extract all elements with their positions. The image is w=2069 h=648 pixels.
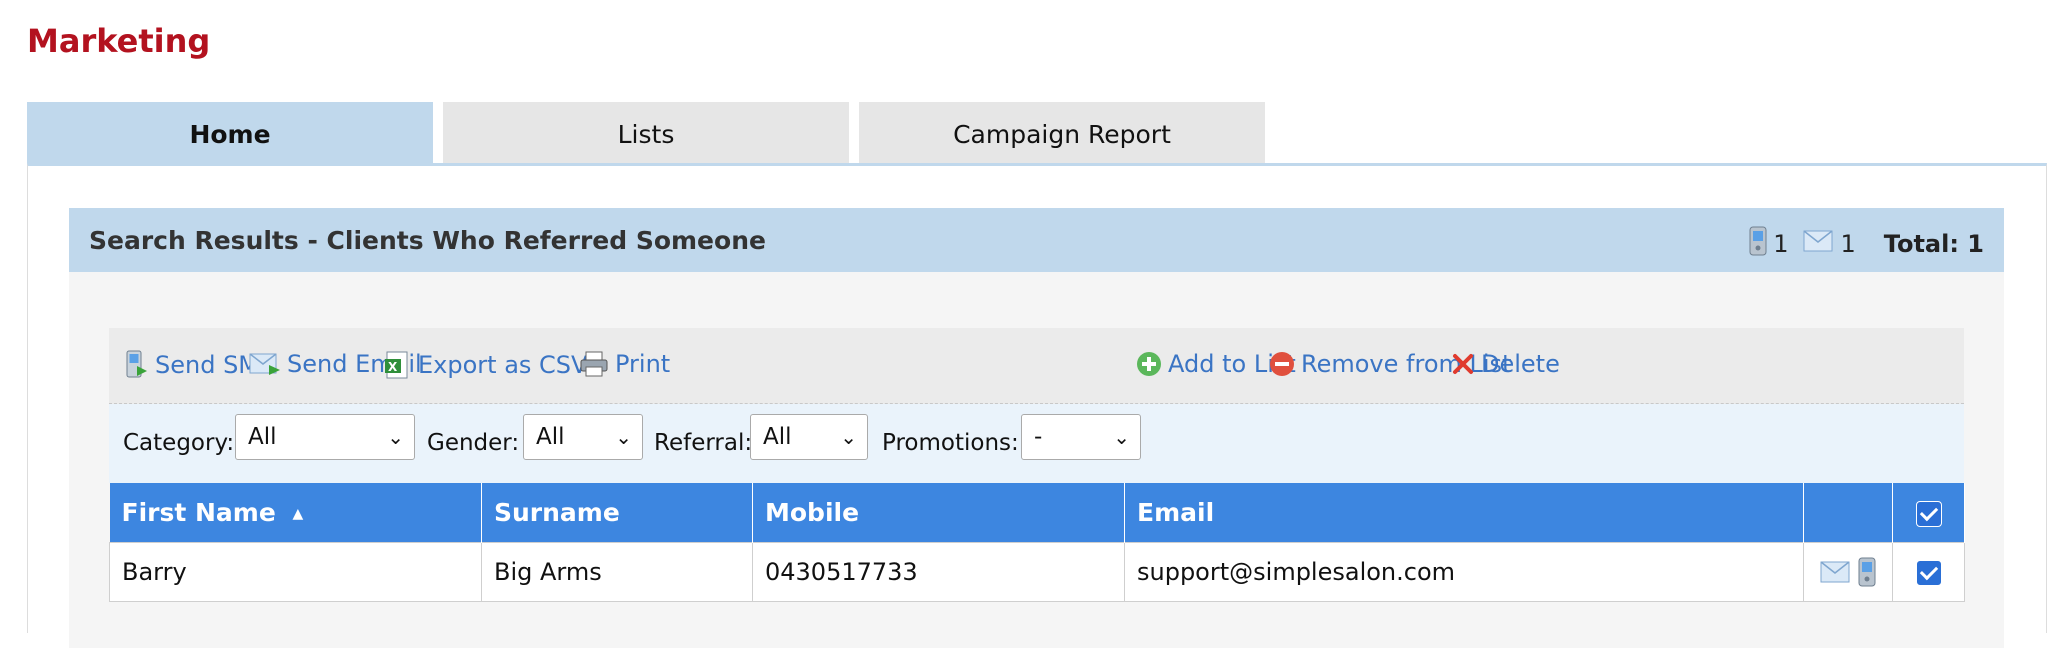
delete-icon [1451, 352, 1475, 376]
chevron-down-icon: ⌄ [615, 425, 632, 449]
action-toolbar: Send SMS Send Email X Export as CSV Prin… [109, 328, 1964, 404]
category-select[interactable]: All ⌄ [235, 414, 415, 460]
tab-lists[interactable]: Lists [443, 102, 849, 164]
cell-mobile: 0430517733 [752, 541, 1125, 602]
search-results-panel: Search Results - Clients Who Referred So… [69, 208, 2004, 648]
email-icon [249, 351, 281, 377]
column-header-email[interactable]: Email [1124, 483, 1804, 542]
referral-value: All [763, 424, 792, 450]
filter-bar: Category: All ⌄ Gender: All ⌄ Referral: … [109, 404, 1964, 483]
mobile-phone-icon [1858, 557, 1876, 586]
delete-label: Delete [1481, 350, 1560, 378]
csv-icon: X [384, 350, 412, 380]
sms-icon [125, 350, 149, 380]
remove-icon [1269, 351, 1295, 377]
promotions-value: - [1034, 424, 1043, 450]
promotions-label: Promotions: [882, 430, 1019, 456]
print-button[interactable]: Print [579, 350, 670, 378]
delete-button[interactable]: Delete [1451, 350, 1560, 378]
cell-email: support@simplesalon.com [1124, 541, 1804, 602]
print-icon [579, 350, 609, 378]
cell-surname: Big Arms [481, 541, 753, 602]
column-header-contact [1803, 483, 1893, 542]
select-all-checkbox[interactable] [1915, 500, 1942, 527]
referral-label: Referral: [654, 430, 753, 456]
sms-count-value: 1 [1773, 230, 1789, 258]
email-count-value: 1 [1840, 230, 1856, 258]
total-count: Total: 1 [1883, 230, 1984, 258]
category-label: Category: [123, 430, 235, 456]
column-header-select-all [1892, 483, 1965, 542]
promotions-select[interactable]: - ⌄ [1021, 414, 1141, 460]
export-csv-button[interactable]: X Export as CSV [384, 350, 587, 380]
panel-header: Search Results - Clients Who Referred So… [69, 208, 2004, 272]
add-icon [1136, 351, 1162, 377]
gender-value: All [536, 424, 565, 450]
column-header-first-name[interactable]: First Name ▲ [109, 483, 482, 542]
panel-title: Search Results - Clients Who Referred So… [89, 226, 766, 255]
referral-select[interactable]: All ⌄ [750, 414, 868, 460]
category-value: All [248, 424, 277, 450]
page-title: Marketing [27, 22, 211, 60]
tab-bar: Home Lists Campaign Report [27, 102, 1268, 164]
envelope-icon [1820, 557, 1858, 585]
email-count: 1 [1803, 230, 1856, 258]
table-header-row: First Name ▲ Surname Mobile Email [109, 483, 1965, 542]
results-table: First Name ▲ Surname Mobile Email Barry … [109, 483, 1965, 602]
gender-label: Gender: [427, 430, 520, 456]
envelope-icon [1803, 230, 1833, 258]
tab-campaign-report[interactable]: Campaign Report [859, 102, 1265, 164]
column-header-surname[interactable]: Surname [481, 483, 753, 542]
header-stats: 1 1 Total: 1 [1735, 226, 1984, 262]
tab-content: Search Results - Clients Who Referred So… [27, 163, 2047, 648]
export-csv-label: Export as CSV [418, 351, 588, 379]
chevron-down-icon: ⌄ [1113, 425, 1130, 449]
cell-contact-icons [1803, 541, 1893, 602]
sort-asc-icon: ▲ [292, 505, 304, 522]
sms-count: 1 [1749, 226, 1789, 262]
gender-select[interactable]: All ⌄ [523, 414, 643, 460]
chevron-down-icon: ⌄ [840, 425, 857, 449]
cell-select [1892, 541, 1965, 602]
table-row[interactable]: Barry Big Arms 0430517733 support@simple… [109, 541, 1965, 602]
tab-home[interactable]: Home [27, 102, 433, 164]
row-checkbox[interactable] [1915, 559, 1942, 586]
svg-text:X: X [388, 360, 398, 374]
print-label: Print [615, 350, 671, 378]
mobile-phone-icon [1749, 226, 1767, 262]
column-header-mobile[interactable]: Mobile [752, 483, 1125, 542]
cell-first-name: Barry [109, 541, 482, 602]
chevron-down-icon: ⌄ [387, 425, 404, 449]
